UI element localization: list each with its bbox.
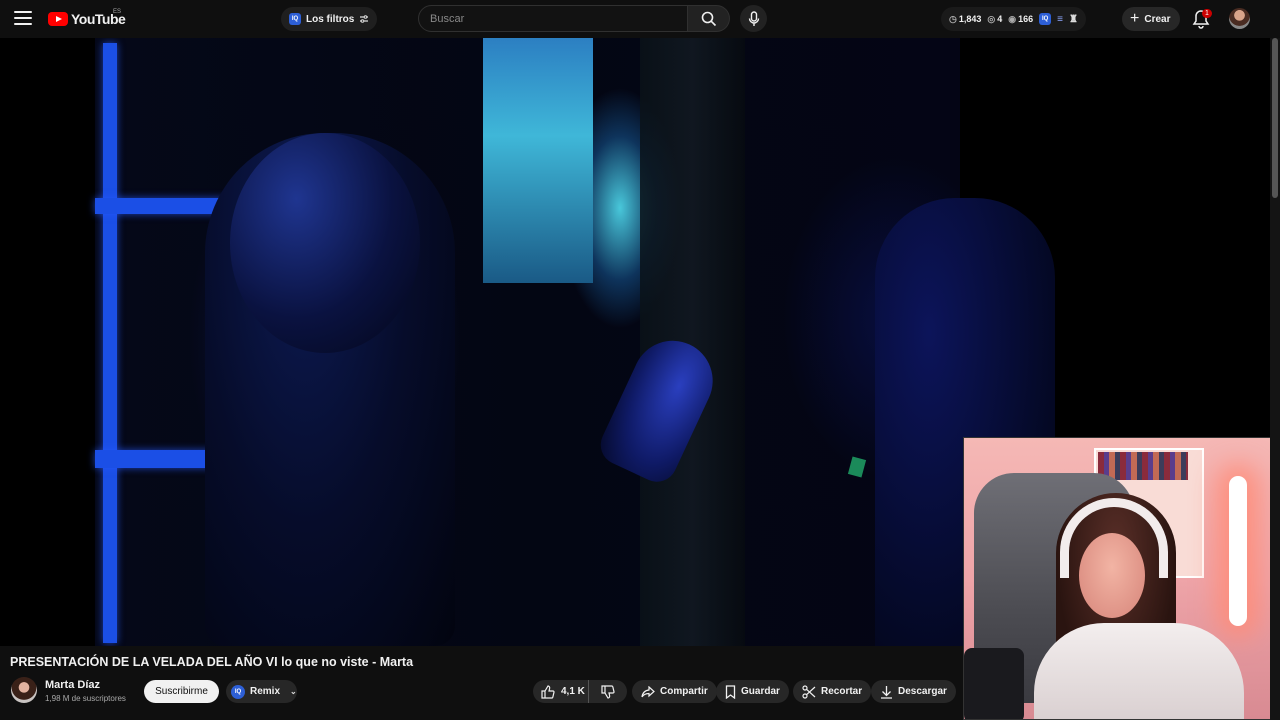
create-label: Crear — [1144, 13, 1171, 25]
share-label: Compartir — [660, 686, 708, 697]
scene-door — [640, 38, 745, 646]
clock-icon: ◷ — [949, 13, 957, 24]
voice-search-button[interactable] — [740, 5, 767, 32]
trophy-icon[interactable]: ♜ — [1069, 14, 1078, 25]
like-button[interactable]: 4,1 K — [533, 680, 589, 703]
clip-button[interactable]: Recortar — [793, 680, 872, 703]
extension-stats[interactable]: ◷ 1,843 ◎ 4 ◉ 166 IQ ≡ ♜ — [941, 7, 1086, 31]
chevron-down-icon: ⌄ — [290, 687, 297, 696]
channel-avatar[interactable] — [11, 677, 37, 703]
scene-frame-bar — [95, 450, 220, 468]
video-frame — [95, 38, 1055, 646]
save-button[interactable]: Guardar — [716, 680, 789, 703]
list-icon[interactable]: ≡ — [1057, 14, 1063, 25]
filters-label: Los filtros — [306, 13, 355, 25]
webcam-books — [1098, 452, 1188, 480]
page-scrollbar[interactable] — [1270, 38, 1280, 720]
like-dislike-group: 4,1 K — [533, 680, 627, 703]
stat-views-value: 4 — [997, 14, 1003, 24]
webcam-sweater — [1034, 623, 1244, 719]
webcam-lamp — [1229, 476, 1247, 626]
notification-badge: 1 — [1202, 9, 1212, 18]
scene-frame-bar — [103, 43, 117, 643]
stat-time: ◷ 1,843 — [949, 14, 981, 25]
stat-time-value: 1,843 — [958, 14, 982, 24]
subscriber-count: 1,98 M de suscriptores — [45, 694, 126, 703]
thumbs-up-icon — [541, 684, 555, 699]
thumbs-down-icon — [601, 684, 615, 699]
video-title: PRESENTACIÓN DE LA VELADA DEL AÑO VI lo … — [10, 655, 414, 669]
webcam-overlay — [963, 437, 1277, 720]
download-label: Descargar — [898, 686, 947, 697]
stat-eye: ◉ 166 — [1008, 14, 1033, 25]
sliders-icon — [360, 15, 369, 23]
webcam-mic-arm — [964, 648, 1024, 719]
remix-label: Remix — [250, 686, 281, 697]
stat-views: ◎ 4 — [987, 14, 1002, 25]
menu-icon[interactable] — [14, 11, 32, 25]
iq-extension-icon[interactable]: IQ — [1039, 13, 1052, 25]
top-bar: YouTube ES IQ Los filtros ◷1,843 ◎4 ◉166… — [0, 0, 1280, 38]
play-logo-icon — [48, 12, 68, 26]
eye-icon: ◉ — [1008, 13, 1017, 24]
iq-icon: IQ — [289, 13, 301, 25]
download-button[interactable]: Descargar — [871, 680, 956, 703]
stat-eye-value: 166 — [1018, 14, 1034, 24]
stage-lights — [483, 38, 593, 283]
filters-button[interactable]: IQ Los filtros — [281, 7, 378, 31]
scene-frame-bar — [95, 198, 225, 214]
search-button[interactable] — [688, 5, 730, 32]
region-code: ES — [113, 9, 122, 15]
search-bar — [418, 5, 730, 32]
share-button[interactable]: Compartir — [632, 680, 717, 703]
like-count: 4,1 K — [561, 686, 585, 697]
account-avatar[interactable] — [1229, 8, 1250, 29]
search-input[interactable] — [418, 5, 688, 32]
download-icon — [881, 685, 892, 699]
bookmark-icon — [725, 684, 736, 699]
search-icon — [701, 11, 716, 26]
clip-label: Recortar — [821, 686, 863, 697]
scissors-icon — [802, 684, 816, 699]
create-button[interactable]: + Crear — [1122, 7, 1181, 31]
scene-green-mark — [847, 456, 867, 478]
save-label: Guardar — [741, 686, 780, 697]
channel-name[interactable]: Marta Díaz — [45, 679, 100, 691]
eye-outline-icon: ◎ — [987, 13, 996, 24]
subscribe-button[interactable]: Suscribirme — [144, 680, 219, 703]
plus-icon: + — [1130, 10, 1140, 27]
share-icon — [641, 685, 655, 697]
scroll-thumb[interactable] — [1272, 38, 1278, 198]
dislike-button[interactable] — [589, 680, 627, 703]
iq-icon: IQ — [231, 684, 245, 699]
remix-button[interactable]: IQ Remix ⌄ — [226, 680, 297, 703]
microphone-icon — [748, 10, 759, 26]
scene-person-head — [230, 133, 420, 353]
